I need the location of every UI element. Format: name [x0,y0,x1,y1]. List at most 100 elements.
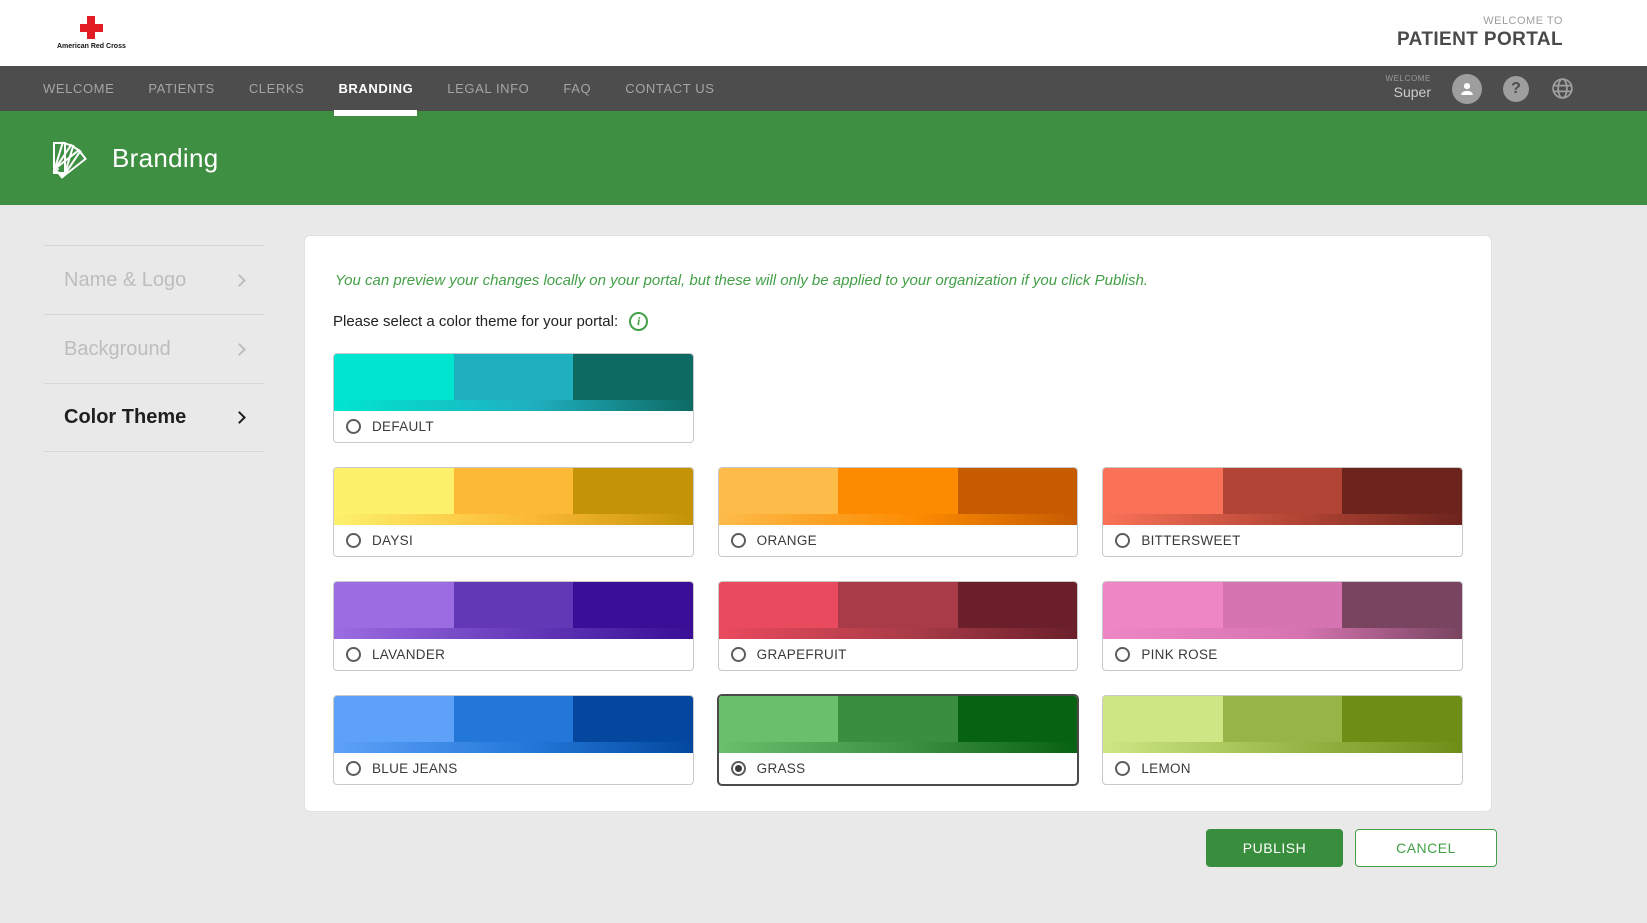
gradient-strip [334,400,693,411]
nav-item-welcome[interactable]: WELCOME [26,66,131,111]
nav-right: WELCOME Super ? [1385,66,1575,111]
theme-card-lemon[interactable]: LEMON [1102,695,1463,785]
gradient-strip [719,742,1078,753]
theme-card-pink-rose[interactable]: PINK ROSE [1102,581,1463,671]
chevron-right-icon [233,274,246,287]
gradient-strip [334,514,693,525]
gradient-strip [334,742,693,753]
red-cross-logo[interactable]: American Red Cross [57,16,126,50]
theme-label-row: LAVANDER [334,639,693,670]
publish-button[interactable]: PUBLISH [1206,829,1343,867]
color-theme-panel: You can preview your changes locally on … [304,235,1492,812]
welcome-to-label: WELCOME TO [1397,15,1563,27]
theme-label-row: LEMON [1103,753,1462,784]
theme-radio[interactable] [731,533,746,548]
globe-icon[interactable] [1550,76,1575,101]
theme-radio[interactable] [346,533,361,548]
theme-label: ORANGE [757,533,817,548]
gradient-strip [1103,742,1462,753]
nav-item-clerks[interactable]: CLERKS [232,66,322,111]
theme-card-daysi[interactable]: DAYSI [333,467,694,557]
theme-card-grapefruit[interactable]: GRAPEFRUIT [718,581,1079,671]
nav-user-welcome: WELCOME [1385,75,1431,84]
theme-label: LEMON [1141,761,1191,776]
theme-label-row: DEFAULT [334,411,693,442]
theme-label-row: DAYSI [334,525,693,556]
theme-card-default[interactable]: DEFAULT [333,353,694,443]
theme-label: DAYSI [372,533,413,548]
theme-radio[interactable] [346,761,361,776]
nav-item-patients[interactable]: PATIENTS [131,66,231,111]
avatar-icon[interactable] [1452,74,1482,104]
sidebar-item-label: Name & Logo [64,269,186,292]
theme-radio[interactable] [731,647,746,662]
portal-title: PATIENT PORTAL [1397,29,1563,51]
theme-row-3: LAVANDER GRAPEFRUIT [333,581,1463,671]
theme-card-bittersweet[interactable]: BITTERSWEET [1102,467,1463,557]
theme-label-row: ORANGE [719,525,1078,556]
swatch-fan-icon [44,134,92,182]
theme-label-row: BITTERSWEET [1103,525,1462,556]
logo-text: American Red Cross [57,43,126,50]
main-nav: WELCOME PATIENTS CLERKS BRANDING LEGAL I… [0,66,1647,111]
footer-actions: PUBLISH CANCEL [0,829,1497,867]
theme-row-2: DAYSI ORANGE [333,467,1463,557]
theme-label-row: GRASS [719,753,1078,784]
theme-label-row: BLUE JEANS [334,753,693,784]
theme-radio[interactable] [1115,533,1130,548]
theme-label-row: GRAPEFRUIT [719,639,1078,670]
sidebar-item-background[interactable]: Background [44,314,264,383]
nav-items: WELCOME PATIENTS CLERKS BRANDING LEGAL I… [26,66,732,111]
theme-label-row: PINK ROSE [1103,639,1462,670]
chevron-right-icon [233,411,246,424]
theme-card-blue-jeans[interactable]: BLUE JEANS [333,695,694,785]
theme-label: LAVANDER [372,647,445,662]
theme-swatch [1103,582,1462,639]
chevron-right-icon [233,343,246,356]
theme-swatch [719,468,1078,525]
theme-swatch [719,582,1078,639]
theme-swatch [1103,468,1462,525]
nav-item-branding[interactable]: BRANDING [321,66,430,111]
theme-card-lavander[interactable]: LAVANDER [333,581,694,671]
page-title: Branding [112,143,218,174]
prompt-row: Please select a color theme for your por… [333,312,1463,331]
nav-item-contact-us[interactable]: CONTACT US [608,66,731,111]
sidebar-item-label: Background [64,338,171,361]
theme-card-grass[interactable]: GRASS [718,695,1079,785]
theme-swatch [1103,696,1462,753]
sidebar-item-name-logo[interactable]: Name & Logo [44,245,264,314]
prompt-text: Please select a color theme for your por… [333,313,618,330]
theme-radio[interactable] [1115,761,1130,776]
theme-radio[interactable] [346,419,361,434]
nav-user-label: WELCOME Super [1385,75,1431,101]
portal-title-block: WELCOME TO PATIENT PORTAL [1397,15,1563,51]
sidebar-item-color-theme[interactable]: Color Theme [44,383,264,452]
nav-item-faq[interactable]: FAQ [546,66,608,111]
content: Name & Logo Background Color Theme You c… [0,205,1647,812]
gradient-strip [719,514,1078,525]
page-banner: Branding [0,111,1647,205]
help-icon[interactable]: ? [1503,76,1529,102]
gradient-strip [1103,514,1462,525]
theme-label: PINK ROSE [1141,647,1217,662]
theme-radio[interactable] [731,761,746,776]
theme-label: DEFAULT [372,419,434,434]
app-header: American Red Cross WELCOME TO PATIENT PO… [0,0,1647,66]
theme-label: GRASS [757,761,806,776]
theme-radio[interactable] [1115,647,1130,662]
info-icon[interactable]: i [629,312,648,331]
sidebar: Name & Logo Background Color Theme [44,245,264,452]
theme-swatch [719,696,1078,753]
theme-radio[interactable] [346,647,361,662]
theme-label: GRAPEFRUIT [757,647,847,662]
nav-user-name: Super [1394,84,1431,100]
theme-row-4: BLUE JEANS GRASS [333,695,1463,785]
nav-item-legal-info[interactable]: LEGAL INFO [430,66,546,111]
red-cross-icon [80,16,103,39]
theme-swatch [334,696,693,753]
theme-row-1: DEFAULT [333,353,1463,443]
theme-swatch [334,354,693,411]
theme-card-orange[interactable]: ORANGE [718,467,1079,557]
cancel-button[interactable]: CANCEL [1355,829,1497,867]
